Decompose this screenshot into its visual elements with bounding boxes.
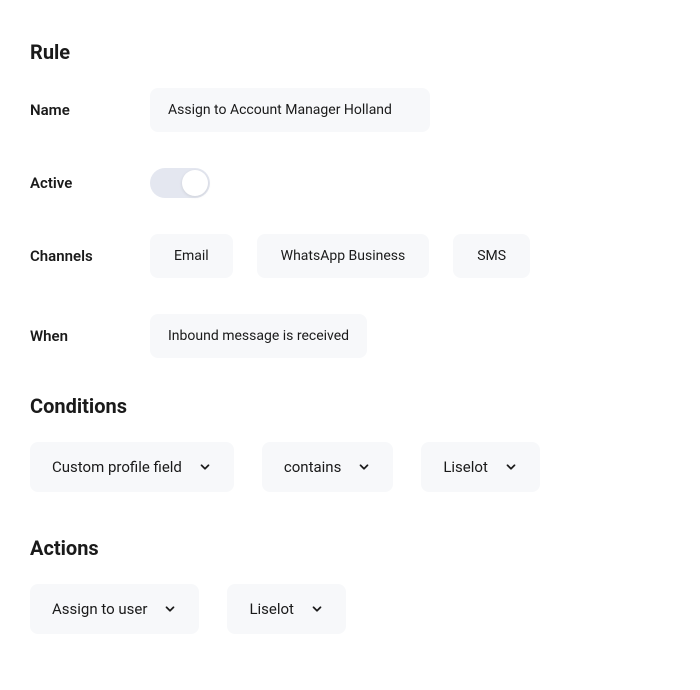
when-field-row: When Inbound message is received bbox=[30, 314, 670, 358]
action-type-label: Assign to user bbox=[52, 600, 147, 618]
condition-value-label: Liselot bbox=[443, 458, 488, 476]
name-label: Name bbox=[30, 101, 150, 119]
active-field-row: Active bbox=[30, 168, 670, 198]
condition-operator-dropdown[interactable]: contains bbox=[262, 442, 393, 492]
conditions-title: Conditions bbox=[30, 394, 670, 418]
conditions-row: Custom profile field contains Liselot bbox=[30, 442, 670, 492]
actions-title: Actions bbox=[30, 536, 670, 560]
condition-operator-label: contains bbox=[284, 458, 341, 476]
chevron-down-icon bbox=[504, 460, 518, 474]
active-toggle[interactable] bbox=[150, 168, 210, 198]
chevron-down-icon bbox=[310, 602, 324, 616]
active-label: Active bbox=[30, 174, 150, 192]
conditions-section: Conditions Custom profile field contains… bbox=[30, 394, 670, 492]
action-value-label: Liselot bbox=[249, 600, 294, 618]
channel-whatsapp[interactable]: WhatsApp Business bbox=[257, 234, 430, 278]
action-type-dropdown[interactable]: Assign to user bbox=[30, 584, 199, 634]
channel-email[interactable]: Email bbox=[150, 234, 233, 278]
actions-section: Actions Assign to user Liselot bbox=[30, 536, 670, 634]
name-input[interactable] bbox=[150, 88, 430, 132]
chevron-down-icon bbox=[198, 460, 212, 474]
when-value[interactable]: Inbound message is received bbox=[150, 314, 367, 358]
toggle-knob bbox=[182, 170, 208, 196]
channel-sms[interactable]: SMS bbox=[453, 234, 530, 278]
name-field-row: Name bbox=[30, 88, 670, 132]
condition-field-label: Custom profile field bbox=[52, 458, 182, 476]
channels-label: Channels bbox=[30, 247, 150, 265]
channels-chip-row: Email WhatsApp Business SMS bbox=[150, 234, 530, 278]
channels-field-row: Channels Email WhatsApp Business SMS bbox=[30, 234, 670, 278]
when-label: When bbox=[30, 327, 150, 345]
actions-row: Assign to user Liselot bbox=[30, 584, 670, 634]
rule-title: Rule bbox=[30, 40, 670, 64]
action-value-dropdown[interactable]: Liselot bbox=[227, 584, 346, 634]
condition-field-dropdown[interactable]: Custom profile field bbox=[30, 442, 234, 492]
chevron-down-icon bbox=[357, 460, 371, 474]
chevron-down-icon bbox=[163, 602, 177, 616]
condition-value-dropdown[interactable]: Liselot bbox=[421, 442, 540, 492]
